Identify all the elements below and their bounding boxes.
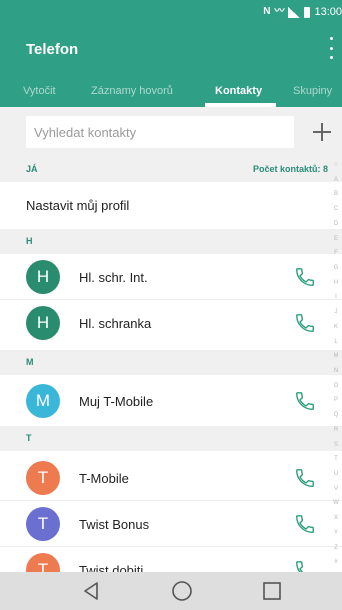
status-bar: N 〰 13:00 [0,0,342,24]
status-icons: N 〰 13:00 [263,5,342,19]
contact-name: Twist dobiti [79,563,144,572]
avatar: M [26,384,60,418]
contact-count: Počet kontaktů: 8 [252,164,328,174]
vibrate-icon: 〰 [274,6,285,17]
contact-name: Muj T-Mobile [79,394,154,409]
index-letter[interactable]: Z [330,545,342,552]
section-label: H [26,236,33,246]
call-button[interactable] [292,264,318,290]
index-letter[interactable]: Y [330,530,342,537]
contact-row[interactable]: T Twist dobiti [0,547,342,572]
call-button[interactable] [292,465,318,491]
recents-button[interactable] [260,579,284,603]
nfc-icon: N [263,6,271,17]
avatar: H [26,260,60,294]
section-header-me: JÁ Počet kontaktů: 8 [0,157,342,182]
avatar: H [26,306,60,340]
tab-kontakty[interactable]: Kontakty [215,85,262,97]
contact-name: T-Mobile [79,471,129,486]
battery-icon [304,6,311,18]
section-header-m: M [0,350,342,375]
call-button[interactable] [292,388,318,414]
avatar: T [26,553,60,572]
section-label: T [26,433,32,443]
index-letter[interactable]: J [330,309,342,316]
call-button[interactable] [292,511,318,537]
search-row [0,107,342,157]
contact-name: Hl. schranka [79,316,152,331]
phone-icon [296,561,309,572]
section-header-t: T [0,426,342,451]
add-contact-button[interactable] [306,116,338,148]
call-button[interactable] [292,557,318,572]
set-profile-item[interactable]: Nastavit můj profil [0,182,342,229]
call-button[interactable] [292,310,318,336]
index-letter[interactable]: T [330,456,342,463]
index-letter[interactable]: V [330,486,342,493]
tab-skupiny[interactable]: Skupiny [293,85,332,97]
back-button[interactable] [79,579,103,603]
index-letter[interactable]: A [330,177,342,184]
home-button[interactable] [170,579,194,603]
index-letter[interactable]: N [330,368,342,375]
index-letter[interactable]: I [330,294,342,301]
contact-row[interactable]: T Twist Bonus [0,501,342,547]
phone-icon [296,268,314,286]
avatar: T [26,507,60,541]
tab-bar: Vytočit Záznamy hovorů Kontakty Skupiny [0,76,342,107]
index-letter[interactable]: B [330,191,342,198]
index-letter[interactable]: C [330,206,342,213]
index-letter[interactable]: D [330,221,342,228]
phone-icon [296,469,314,487]
index-letter[interactable]: K [330,324,342,331]
contact-row[interactable]: H Hl. schr. Int. [0,254,342,300]
alphabet-index[interactable]: ☆ A B C D E F G H I J K L M N O P Q R S T U V W X Y Z # [330,160,342,572]
section-label: M [26,357,34,367]
index-letter[interactable]: W [330,500,342,507]
index-letter[interactable]: S [330,442,342,449]
app-bar: Telefon [0,24,342,76]
search-input[interactable] [26,116,294,148]
index-letter[interactable]: L [330,339,342,346]
index-letter[interactable]: # [330,559,342,566]
recents-square-icon [263,582,281,600]
contact-row[interactable]: T T-Mobile [0,455,342,501]
phone-icon [296,314,314,332]
index-letter[interactable]: ☆ [330,162,342,169]
index-letter[interactable]: P [330,397,342,404]
home-circle-icon [172,581,192,601]
index-letter[interactable]: F [330,250,342,257]
plus-icon [313,123,331,141]
section-header-h: H [0,229,342,254]
index-letter[interactable]: M [330,353,342,360]
app-title: Telefon [26,41,79,58]
tab-zaznamy-hovoru[interactable]: Záznamy hovorů [91,85,173,97]
index-letter[interactable]: H [330,280,342,287]
index-letter[interactable]: U [330,471,342,478]
index-letter[interactable]: X [330,515,342,522]
navigation-bar [0,572,342,610]
index-letter[interactable]: E [330,236,342,243]
status-time: 13:00 [314,6,342,18]
avatar: T [26,461,60,495]
contact-name: Twist Bonus [79,517,150,532]
index-letter[interactable]: O [330,383,342,390]
index-letter[interactable]: G [330,265,342,272]
more-vertical-icon[interactable] [326,37,336,59]
back-triangle-icon [84,582,98,600]
set-profile-label: Nastavit můj profil [26,198,130,213]
index-letter[interactable]: R [330,427,342,434]
phone-icon [296,392,314,410]
section-label: JÁ [26,164,38,174]
phone-icon [296,515,314,533]
signal-icon [288,6,301,18]
index-letter[interactable]: Q [330,412,342,419]
contact-row[interactable]: M Muj T-Mobile [0,378,342,424]
contact-row[interactable]: H Hl. schranka [0,300,342,346]
contact-name: Hl. schr. Int. [79,270,148,285]
tab-vytocit[interactable]: Vytočit [23,85,56,97]
